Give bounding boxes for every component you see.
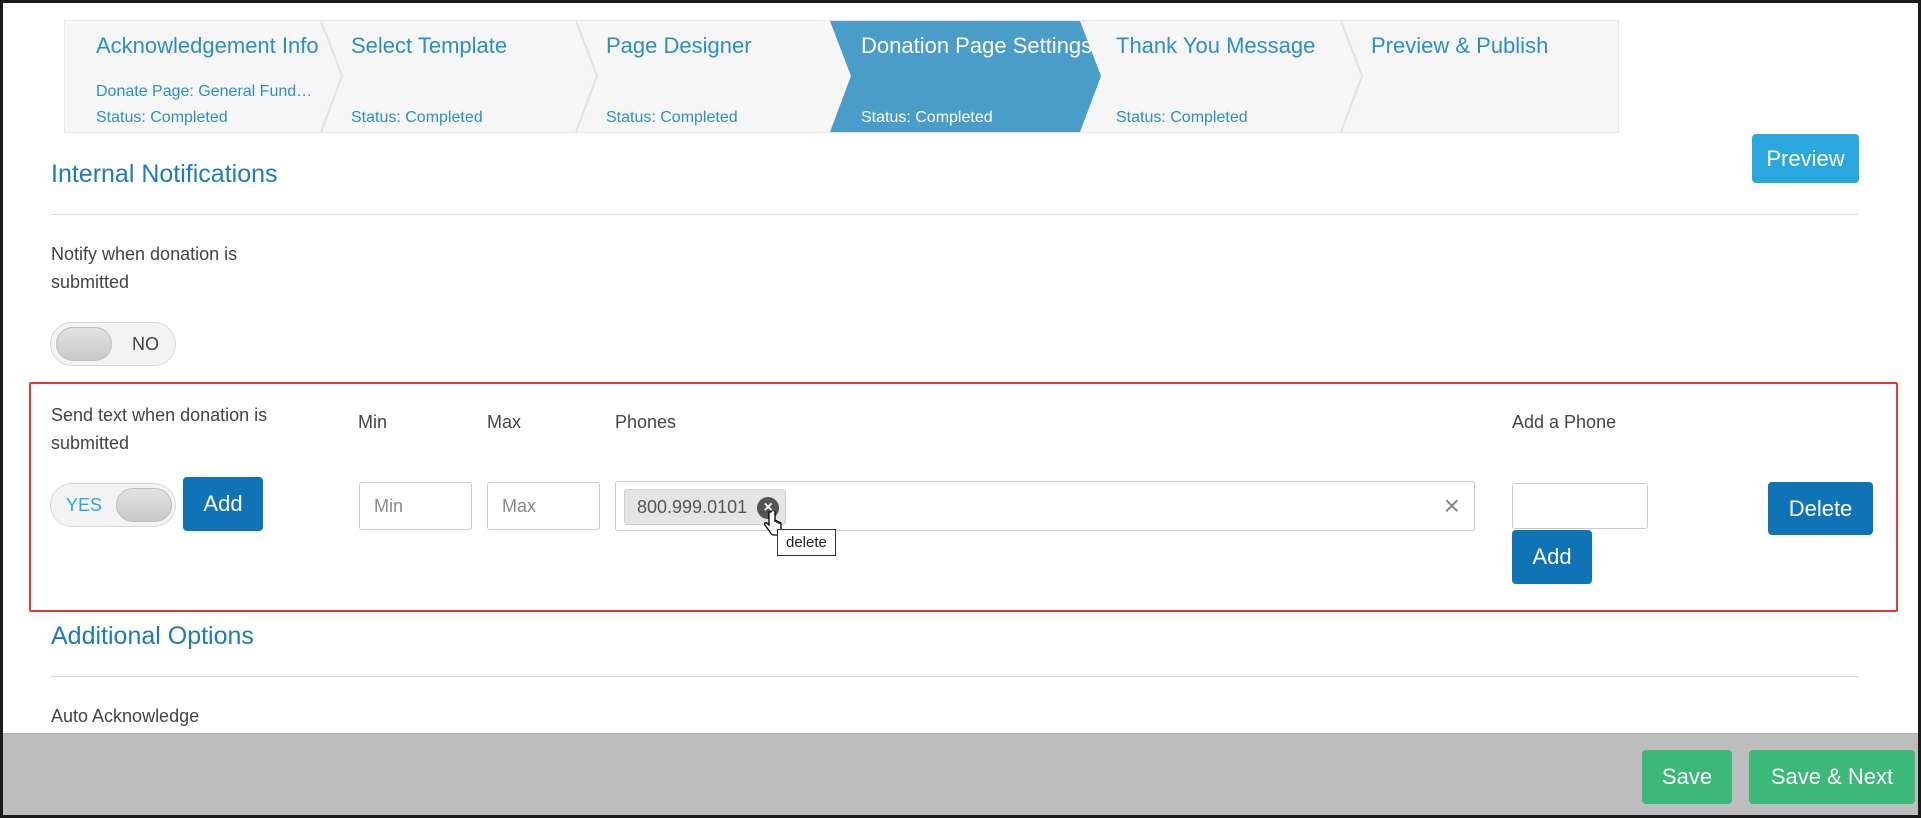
add-a-phone-label: Add a Phone — [1512, 412, 1617, 432]
step-title: Donation Page Settings — [861, 33, 1093, 58]
additional-options-title: Additional Options — [51, 622, 254, 650]
step-title: Page Designer — [606, 33, 752, 58]
toggle-state: YES — [66, 495, 103, 515]
step-thank-you-message[interactable]: Thank You Message Status: Completed — [1085, 21, 1364, 132]
add-phone-input[interactable] — [1512, 483, 1648, 529]
max-input[interactable] — [487, 482, 600, 530]
phone-chip[interactable]: 800.999.0101 × — [624, 489, 787, 525]
save-and-next-button[interactable]: Save & Next — [1749, 750, 1915, 804]
step-status: Status: Completed — [1116, 109, 1248, 126]
step-status: Status: Completed — [861, 109, 993, 126]
save-button[interactable]: Save — [1642, 750, 1732, 804]
max-label: Max — [487, 412, 522, 432]
clear-icon[interactable]: × — [1444, 490, 1460, 522]
step-title: Preview & Publish — [1371, 33, 1549, 58]
divider — [51, 214, 1859, 215]
phones-label: Phones — [615, 412, 677, 432]
step-preview-publish[interactable]: Preview & Publish — [1340, 21, 1595, 132]
notify-toggle[interactable]: NO — [50, 322, 176, 366]
step-select-template[interactable]: Select Template Status: Completed — [320, 21, 599, 132]
step-status: Status: Completed — [606, 109, 738, 126]
preview-button[interactable]: Preview — [1752, 134, 1859, 183]
send-text-label: Send text when donation is submitted — [51, 405, 268, 453]
divider — [51, 676, 1859, 677]
toggle-state: NO — [132, 334, 159, 354]
min-label: Min — [358, 412, 388, 432]
notify-label: Notify when donation is submitted — [51, 244, 238, 292]
step-acknowledgement-info[interactable]: Acknowledgement Info Donate Page: Genera… — [65, 21, 344, 132]
step-donation-page-settings[interactable]: Donation Page Settings Status: Completed — [830, 21, 1101, 132]
step-status: Status: Completed — [96, 109, 228, 126]
step-title: Acknowledgement Info — [96, 33, 319, 58]
delete-tooltip: delete — [777, 529, 836, 556]
toggle-knob — [56, 327, 112, 361]
add-text-button[interactable]: Add — [183, 477, 263, 531]
phone-chip-label: 800.999.0101 — [637, 497, 748, 517]
delete-button[interactable]: Delete — [1768, 482, 1873, 535]
footer-bar: Save Save & Next — [3, 733, 1918, 815]
step-subtitle: Donate Page: General Fund… — [96, 83, 313, 100]
auto-acknowledge-label: Auto Acknowledge — [51, 706, 200, 726]
step-title: Select Template — [351, 33, 508, 58]
min-input[interactable] — [359, 482, 472, 530]
internal-notifications-title: Internal Notifications — [51, 160, 278, 188]
wizard-stepper: Acknowledgement Info Donate Page: Genera… — [64, 20, 1619, 133]
send-text-toggle[interactable]: YES — [50, 483, 176, 527]
step-page-designer[interactable]: Page Designer Status: Completed — [575, 21, 854, 132]
toggle-knob — [116, 488, 172, 522]
phones-multiselect[interactable]: 800.999.0101 × × — [615, 481, 1475, 531]
step-title: Thank You Message — [1116, 33, 1316, 58]
add-phone-button[interactable]: Add — [1512, 530, 1592, 584]
step-status: Status: Completed — [351, 109, 483, 126]
